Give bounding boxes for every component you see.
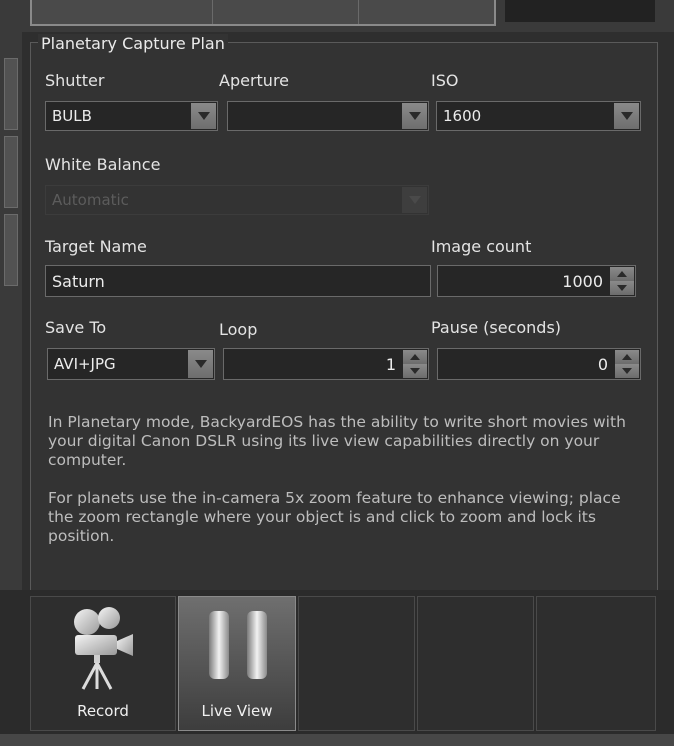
chevron-down-icon[interactable] xyxy=(402,103,427,129)
top-toolbar-frame xyxy=(30,0,496,26)
loop-stepper[interactable]: 1 xyxy=(223,348,429,380)
save-to-label: Save To xyxy=(45,318,107,337)
chevron-down-icon xyxy=(402,187,427,213)
panel-title: Planetary Capture Plan xyxy=(38,34,228,53)
live-view-label: Live View xyxy=(201,702,273,720)
loop-label: Loop xyxy=(219,320,258,339)
toolbar-slot-empty[interactable] xyxy=(536,596,656,731)
description-paragraph: For planets use the in-camera 5x zoom fe… xyxy=(48,489,621,545)
loop-value: 1 xyxy=(385,355,396,374)
spin-up-icon[interactable] xyxy=(610,267,634,282)
shutter-label: Shutter xyxy=(45,71,105,90)
white-balance-label: White Balance xyxy=(45,155,161,174)
left-tab[interactable] xyxy=(4,58,18,130)
record-label: Record xyxy=(77,702,129,720)
image-count-label: Image count xyxy=(431,237,532,256)
target-name-value: Saturn xyxy=(52,272,105,291)
pause-bars-icon xyxy=(209,611,267,679)
top-toolbar-segment[interactable] xyxy=(32,0,213,24)
white-balance-select: Automatic xyxy=(45,185,429,215)
spin-down-icon[interactable] xyxy=(610,281,634,295)
iso-select[interactable]: 1600 xyxy=(436,101,641,131)
save-to-value: AVI+JPG xyxy=(54,355,116,373)
record-button[interactable]: Record xyxy=(30,596,176,731)
pause-stepper[interactable]: 0 xyxy=(437,348,641,380)
toolbar-slot-empty[interactable] xyxy=(417,596,534,731)
spin-down-icon[interactable] xyxy=(403,364,427,378)
save-to-select[interactable]: AVI+JPG xyxy=(47,348,215,380)
pause-value: 0 xyxy=(597,355,608,374)
spin-up-icon[interactable] xyxy=(615,350,639,365)
target-name-input[interactable]: Saturn xyxy=(45,265,431,297)
shutter-value: BULB xyxy=(52,107,92,125)
chevron-down-icon[interactable] xyxy=(188,350,213,378)
bottom-bar xyxy=(0,734,674,746)
iso-value: 1600 xyxy=(443,107,482,125)
chevron-down-icon[interactable] xyxy=(614,103,639,129)
left-tab[interactable] xyxy=(4,136,18,208)
description-paragraph: In Planetary mode, BackyardEOS has the a… xyxy=(48,413,626,469)
target-name-label: Target Name xyxy=(45,237,147,256)
aperture-label: Aperture xyxy=(219,71,290,90)
aperture-select[interactable] xyxy=(227,101,429,131)
spin-up-icon[interactable] xyxy=(403,350,427,365)
image-count-stepper[interactable]: 1000 xyxy=(437,265,636,297)
chevron-down-icon[interactable] xyxy=(191,103,216,129)
iso-label: ISO xyxy=(431,71,459,90)
image-count-value: 1000 xyxy=(562,272,603,291)
movie-camera-icon xyxy=(74,607,133,690)
spin-down-icon[interactable] xyxy=(615,364,639,378)
top-right-area xyxy=(505,0,655,22)
pause-label: Pause (seconds) xyxy=(431,318,562,337)
white-balance-value: Automatic xyxy=(52,191,129,209)
left-tab[interactable] xyxy=(4,214,18,286)
shutter-select[interactable]: BULB xyxy=(45,101,218,131)
toolbar-slot-empty[interactable] xyxy=(298,596,415,731)
live-view-button[interactable]: Live View xyxy=(178,596,296,731)
top-toolbar-segment[interactable] xyxy=(213,0,359,24)
